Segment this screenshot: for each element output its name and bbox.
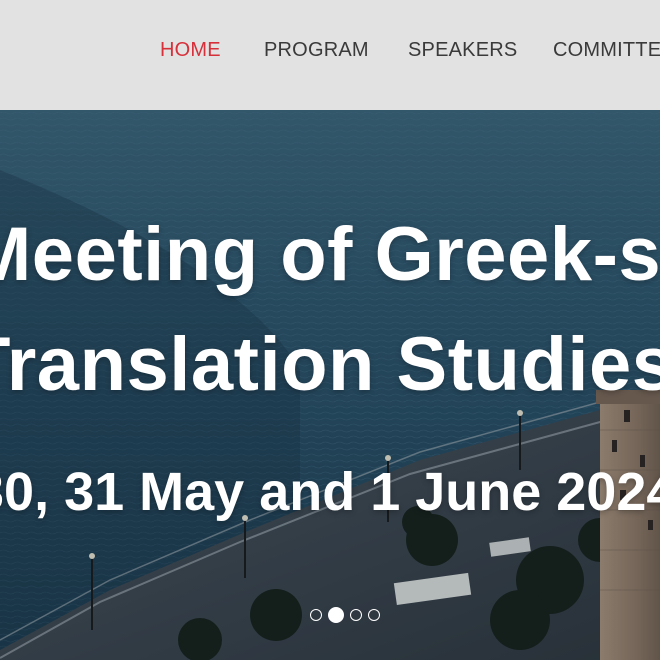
hero-title-line-2: Translation Studies Scholars (0, 322, 660, 407)
hero-carousel: Meeting of Greek-speaking Translation St… (0, 110, 660, 660)
carousel-dot[interactable] (310, 609, 322, 621)
nav-item-program[interactable]: PROGRAM (264, 38, 369, 62)
hero-dates: 30, 31 May and 1 June 2024 (0, 462, 660, 522)
nav-item-speakers[interactable]: SPEAKERS (408, 38, 517, 62)
hero-title-line-1: Meeting of Greek-speaking (0, 212, 660, 297)
carousel-dot[interactable] (350, 609, 362, 621)
top-navbar: HOME PROGRAM SPEAKERS COMMITTEE (0, 0, 660, 110)
nav-item-committee[interactable]: COMMITTEE (553, 38, 660, 62)
nav-item-home[interactable]: HOME (160, 38, 221, 62)
carousel-dot-active[interactable] (328, 607, 344, 623)
carousel-indicators (310, 607, 380, 623)
carousel-dot[interactable] (368, 609, 380, 621)
